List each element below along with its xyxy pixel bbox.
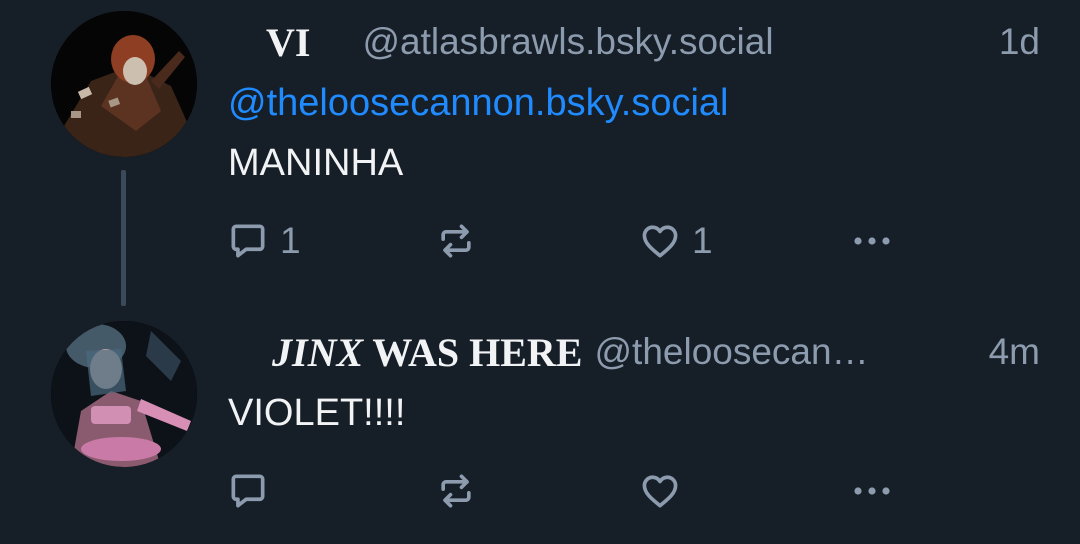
post-timestamp[interactable]: 1d [975,21,1040,63]
author-handle[interactable]: @theloosecan… [594,331,868,373]
repost-button[interactable] [434,216,478,266]
like-count: 1 [692,220,713,261]
reply-count: 1 [280,220,301,261]
post-text: VIOLET!!!! [228,392,406,434]
author-display-name[interactable]: VI [266,19,310,66]
more-icon [854,237,890,245]
more-icon [854,487,890,495]
reply-icon [231,224,265,258]
thread-connector-line [121,170,126,306]
heart-icon [642,475,678,508]
post-header: JINX WAS HERE @theloosecan… 4m [228,324,1040,380]
post-actions: 1 1 [226,216,906,266]
avatar[interactable] [51,321,197,467]
display-name-italic: JINX [272,329,364,375]
repost-button[interactable] [434,466,478,516]
post-timestamp[interactable]: 4m [965,331,1040,373]
reply-button[interactable] [226,466,280,516]
like-button[interactable]: 1 [638,216,713,266]
author-display-name[interactable]: JINX WAS HERE [272,329,582,376]
post-item[interactable]: VI @atlasbrawls.bsky.social 1d @theloose… [0,0,1080,306]
post-header: VI @atlasbrawls.bsky.social 1d [228,14,1040,70]
avatar-image [51,321,197,467]
repost-icon [441,224,471,258]
post-actions [226,466,906,516]
avatar-image [51,11,197,157]
repost-icon [441,474,471,508]
post-item[interactable]: JINX WAS HERE @theloosecan… 4m VIOLET!!!… [0,300,1080,544]
thread-feed: VI @atlasbrawls.bsky.social 1d @theloose… [0,0,1080,544]
like-button[interactable] [638,466,692,516]
reply-button[interactable]: 1 [226,216,301,266]
avatar[interactable] [51,11,197,157]
heart-icon [642,225,678,258]
display-name-rest: WAS HERE [363,329,583,375]
author-handle[interactable]: @atlasbrawls.bsky.social [362,21,773,63]
more-options-button[interactable] [848,466,896,516]
more-options-button[interactable] [848,216,896,266]
post-text: MANINHA [228,142,404,184]
mention-link[interactable]: @theloosecannon.bsky.social [228,82,729,125]
reply-icon [231,474,265,508]
